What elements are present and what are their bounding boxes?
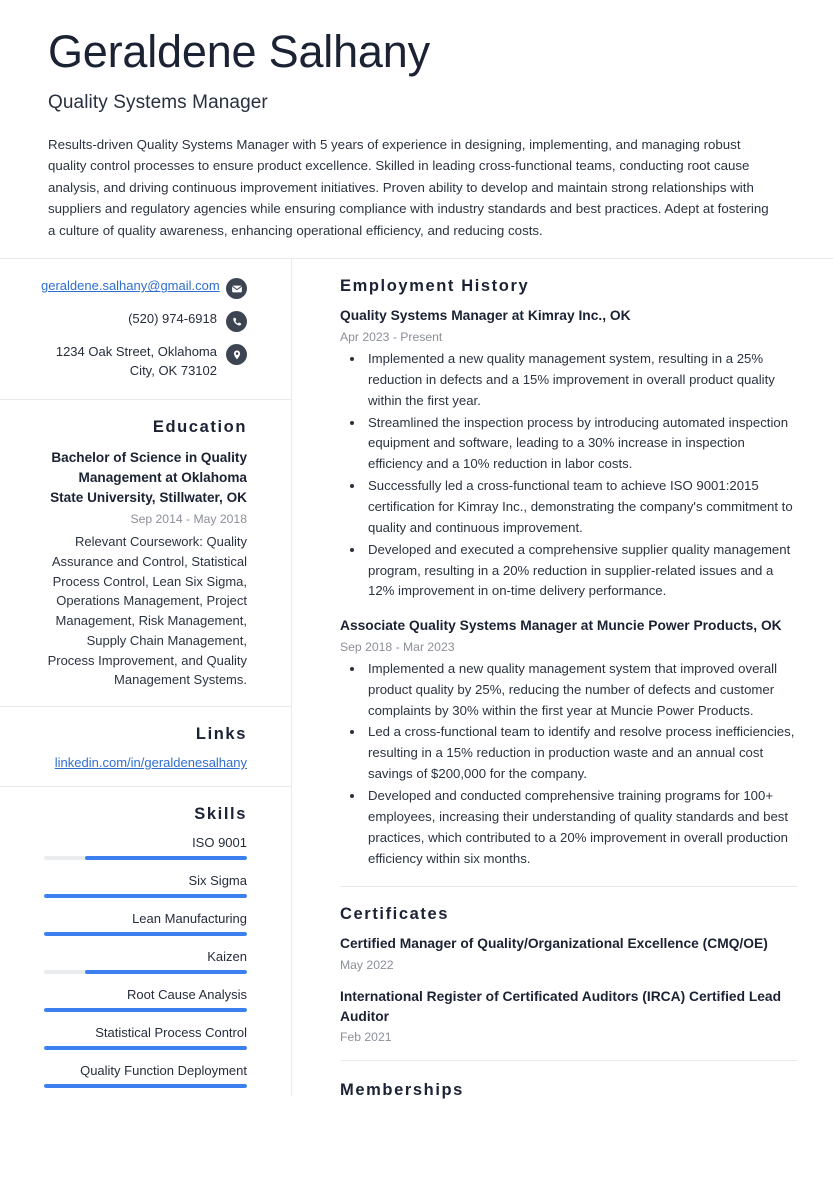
skill-label: ISO 9001: [192, 835, 247, 851]
skill-item: Root Cause Analysis: [44, 987, 247, 1013]
skill-item: Kaizen: [44, 949, 247, 975]
contact-row-address: 1234 Oak Street, Oklahoma City, OK 73102: [44, 343, 247, 381]
education-heading: Education: [152, 418, 247, 437]
location-pin-icon: [226, 344, 247, 366]
certificate-title: Certified Manager of Quality/Organizatio…: [340, 936, 768, 952]
sidebar: geraldene.salhany@gmail.com (520) 974-69…: [0, 259, 292, 1097]
professional-summary: Results-driven Quality Systems Manager w…: [48, 136, 769, 238]
skill-level-fill: [44, 1008, 247, 1013]
certificates-heading: Certificates: [340, 905, 450, 924]
education-date: Sep 2014 - May 2018: [130, 512, 247, 527]
contact-row-phone[interactable]: (520) 974-6918: [44, 310, 247, 333]
employment-bullets: Implemented a new quality management sys…: [340, 349, 797, 602]
resume-header: Geraldene Salhany Quality Systems Manage…: [0, 0, 833, 260]
skill-label: Lean Manufacturing: [132, 911, 247, 927]
skill-level-bar: [44, 894, 247, 899]
skill-level-bar: [44, 1008, 247, 1013]
contact-block: geraldene.salhany@gmail.com (520) 974-69…: [0, 259, 291, 399]
certificates-section: Certificates Certified Manager of Qualit…: [340, 886, 797, 1060]
skills-section: Skills ISO 9001 Six Sigma Lean Manufacturi…: [0, 786, 291, 1096]
education-section: Education Bachelor of Science in Quality…: [0, 399, 291, 706]
email-link[interactable]: geraldene.salhany@gmail.com: [41, 277, 220, 296]
skill-label: Six Sigma: [188, 873, 247, 889]
certificate-date: May 2022: [340, 958, 394, 973]
employment-entry: Associate Quality Systems Manager at Mun…: [340, 616, 797, 869]
resume-body: geraldene.salhany@gmail.com (520) 974-69…: [0, 259, 833, 1126]
skill-label: Statistical Process Control: [95, 1025, 247, 1041]
skill-level-fill: [84, 856, 247, 861]
list-item: Streamlined the inspection process by in…: [365, 413, 797, 476]
phone-number: (520) 974-6918: [128, 311, 217, 327]
links-heading: Links: [195, 725, 247, 744]
skill-level-bar: [44, 970, 247, 975]
list-item: Developed and conducted comprehensive tr…: [365, 786, 797, 869]
linkedin-link[interactable]: linkedin.com/in/geraldenesalhany: [44, 755, 247, 770]
contact-row-email[interactable]: geraldene.salhany@gmail.com: [41, 277, 247, 300]
memberships-heading: Memberships: [340, 1081, 464, 1100]
skill-label: Quality Function Deployment: [80, 1063, 247, 1079]
employment-list: Quality Systems Manager at Kimray Inc., …: [340, 306, 797, 869]
employment-title: Quality Systems Manager at Kimray Inc., …: [340, 308, 631, 324]
memberships-section: Memberships: [340, 1060, 797, 1126]
skill-level-bar: [44, 856, 247, 861]
skills-heading: Skills: [194, 805, 247, 824]
skill-item: ISO 9001: [44, 835, 247, 861]
list-item: Led a cross-functional team to identify …: [365, 722, 797, 785]
certificate-date: Feb 2021: [340, 1030, 392, 1045]
skill-item: Lean Manufacturing: [44, 911, 247, 937]
employment-heading: Employment History: [340, 277, 530, 296]
skills-list: ISO 9001 Six Sigma Lean Manufacturing Kaize…: [44, 835, 247, 1089]
certificate-entry: International Register of Certificated A…: [340, 987, 797, 1044]
education-degree: Bachelor of Science in Quality Managemen…: [50, 450, 247, 505]
certificate-title: International Register of Certificated A…: [340, 989, 782, 1024]
employment-entry: Quality Systems Manager at Kimray Inc., …: [340, 306, 797, 602]
list-item: Successfully led a cross-functional team…: [365, 476, 797, 539]
address-text: 1234 Oak Street, Oklahoma City, OK 73102: [55, 344, 217, 379]
skill-level-fill: [44, 932, 247, 937]
employment-title: Associate Quality Systems Manager at Mun…: [340, 618, 782, 634]
skill-item: Statistical Process Control: [44, 1025, 247, 1051]
skill-item: Six Sigma: [44, 873, 247, 899]
list-item: Implemented a new quality management sys…: [365, 349, 797, 412]
certificates-list: Certified Manager of Quality/Organizatio…: [340, 934, 797, 1044]
job-title: Quality Systems Manager: [48, 91, 268, 113]
main-content: Employment History Quality Systems Manag…: [292, 259, 833, 1126]
phone-icon: [226, 311, 247, 333]
skill-level-fill: [44, 894, 247, 899]
employment-section: Employment History Quality Systems Manag…: [340, 259, 797, 886]
list-item: Implemented a new quality management sys…: [365, 659, 797, 722]
certificate-entry: Certified Manager of Quality/Organizatio…: [340, 934, 797, 972]
skill-label: Root Cause Analysis: [127, 987, 247, 1003]
list-item: Developed and executed a comprehensive s…: [365, 540, 797, 603]
links-section: Links linkedin.com/in/geraldenesalhany: [0, 706, 291, 786]
employment-bullets: Implemented a new quality management sys…: [340, 659, 797, 870]
skill-level-bar: [44, 932, 247, 937]
resume-page: Geraldene Salhany Quality Systems Manage…: [0, 0, 833, 1178]
envelope-icon: [226, 278, 247, 300]
skill-item: Quality Function Deployment: [44, 1063, 247, 1089]
employment-date: Apr 2023 - Present: [340, 329, 443, 344]
employment-date: Sep 2018 - Mar 2023: [340, 639, 455, 654]
skill-level-fill: [84, 970, 247, 975]
skill-level-bar: [44, 1084, 247, 1089]
skill-level-fill: [44, 1084, 247, 1089]
skill-level-bar: [44, 1046, 247, 1051]
education-description: Relevant Coursework: Quality Assurance a…: [47, 534, 247, 688]
page-title: Geraldene Salhany: [48, 26, 430, 77]
skill-level-fill: [44, 1046, 247, 1051]
skill-label: Kaizen: [207, 949, 247, 965]
